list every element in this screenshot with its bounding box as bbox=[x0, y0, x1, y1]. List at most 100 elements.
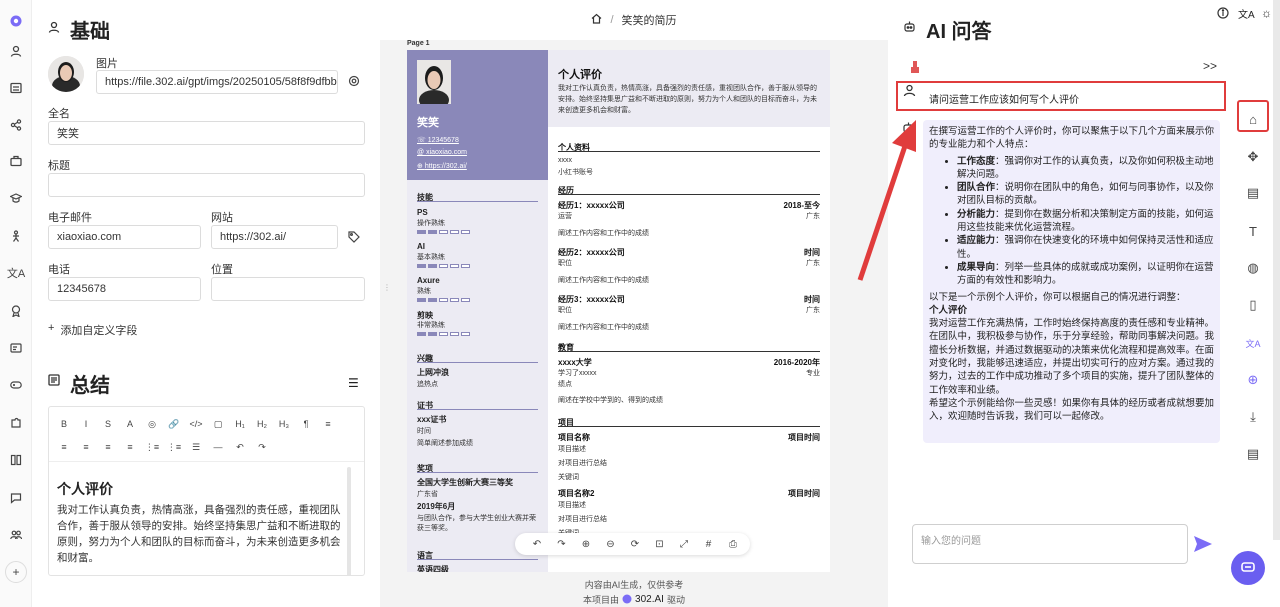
award-icon[interactable] bbox=[5, 300, 27, 322]
skill-level-text: 熟练 bbox=[417, 288, 431, 295]
add-custom-field-button[interactable]: + 添加自定义字段 bbox=[48, 322, 137, 338]
user-icon[interactable] bbox=[5, 40, 27, 62]
resume-sidebar-header: 笑笑 ☏ 12345678 @ xiaoxiao.com ⊕ https://3… bbox=[407, 50, 548, 180]
experience-desc: 阐述工作内容和工作中的成绩 bbox=[558, 230, 649, 237]
sample-outro: 希望这个示例能给你一些灵感！如果你有具体的经历或者成就想要加入，欢迎随时告诉我，… bbox=[929, 397, 1215, 423]
toolbar-button[interactable]: — bbox=[211, 440, 225, 454]
divider bbox=[417, 472, 538, 473]
email-input[interactable]: xiaoxiao.com bbox=[48, 225, 201, 249]
document-icon[interactable]: ▤ bbox=[1240, 441, 1266, 467]
redo-icon[interactable]: ↷ bbox=[554, 536, 570, 552]
toolbar-button[interactable]: ↶ bbox=[233, 440, 247, 454]
toolbar-button[interactable]: ⋮≡ bbox=[145, 440, 159, 454]
book-icon[interactable] bbox=[5, 449, 27, 471]
grid-icon[interactable]: ✥ bbox=[1240, 144, 1266, 170]
translate-icon[interactable]: 文A bbox=[5, 262, 27, 284]
gamepad-icon[interactable] bbox=[5, 374, 27, 396]
briefcase-icon[interactable] bbox=[5, 150, 27, 172]
headline-input[interactable] bbox=[48, 173, 365, 197]
type-icon[interactable]: T bbox=[1240, 218, 1266, 244]
zoom-out-icon[interactable]: ⊖ bbox=[603, 536, 619, 552]
toolbar-button[interactable]: ≡ bbox=[57, 440, 71, 454]
graduation-icon[interactable] bbox=[5, 187, 27, 209]
summary-body[interactable]: 我对工作认真负责，热情高涨，具备强烈的责任感，重视团队合作，善于服从领导的安排。… bbox=[57, 502, 347, 566]
expand-icon[interactable]: ⤢ bbox=[676, 536, 692, 552]
logo-icon[interactable] bbox=[5, 10, 27, 32]
toolbar-button[interactable]: A bbox=[123, 417, 137, 431]
skill-name: Axure bbox=[417, 276, 440, 285]
zoom-in-icon[interactable]: ⊕ bbox=[578, 536, 594, 552]
brand-link[interactable]: 302.AI bbox=[635, 594, 664, 605]
center-icon[interactable]: ⊡ bbox=[652, 536, 668, 552]
aperture-icon[interactable] bbox=[348, 75, 360, 90]
toolbar-button[interactable]: ≡ bbox=[123, 440, 137, 454]
undo-icon[interactable]: ↶ bbox=[529, 536, 545, 552]
question-input[interactable]: 输入您的问题 bbox=[912, 524, 1188, 564]
reset-zoom-icon[interactable]: ⟳ bbox=[627, 536, 643, 552]
menu-icon[interactable]: ☰ bbox=[348, 376, 359, 390]
list-icon[interactable] bbox=[5, 77, 27, 99]
download-icon[interactable]: ⤓ bbox=[1240, 404, 1266, 430]
send-icon[interactable] bbox=[1194, 536, 1212, 555]
toolbar-button[interactable]: ≡ bbox=[79, 440, 93, 454]
phone-input[interactable]: 12345678 bbox=[48, 277, 201, 301]
palette-icon[interactable]: ◍ bbox=[1240, 255, 1266, 281]
collapse-button[interactable]: >> bbox=[1203, 59, 1217, 73]
photo-url-input[interactable]: https://file.302.ai/gpt/imgs/20250105/58… bbox=[96, 70, 338, 94]
share-icon[interactable] bbox=[5, 114, 27, 136]
layout-icon[interactable]: ▤ bbox=[1240, 180, 1266, 206]
name-input[interactable]: 笑笑 bbox=[48, 121, 365, 145]
target-icon[interactable]: ⊕ bbox=[1240, 367, 1266, 393]
summary-heading[interactable]: 个人评价 bbox=[57, 479, 113, 499]
toolbar-button[interactable]: </> bbox=[189, 417, 203, 431]
puzzle-icon[interactable] bbox=[5, 412, 27, 434]
toolbar-button[interactable]: B bbox=[57, 417, 71, 431]
breadcrumb-current[interactable]: 笑笑的简历 bbox=[622, 12, 677, 28]
resize-handle-left[interactable]: ⋮ bbox=[383, 283, 391, 292]
toolbar-button[interactable]: ▢ bbox=[211, 417, 225, 431]
language-icon[interactable]: 文A bbox=[1238, 6, 1255, 21]
toolbar-button[interactable]: ☰ bbox=[189, 440, 203, 454]
avatar[interactable] bbox=[48, 56, 84, 92]
tag-icon[interactable] bbox=[348, 231, 360, 246]
toolbar-button[interactable]: S bbox=[101, 417, 115, 431]
page-scrollbar[interactable] bbox=[1273, 0, 1280, 540]
skill-level-bar bbox=[417, 298, 470, 302]
project-summary: 对项目进行总结 bbox=[558, 460, 607, 467]
info-icon[interactable] bbox=[1217, 7, 1229, 22]
toolbar-button[interactable]: ⋮≡ bbox=[167, 440, 181, 454]
footer-disclaimer: 内容由AI生成，仅供参考 bbox=[584, 580, 684, 590]
answer-point-key: 分析能力 bbox=[957, 208, 996, 220]
toolbar-button[interactable]: H₃ bbox=[277, 417, 291, 431]
plus-icon[interactable]: + bbox=[5, 561, 27, 583]
toolbar-button[interactable]: H₁ bbox=[233, 417, 247, 431]
export-icon[interactable]: ⎙ bbox=[725, 536, 741, 552]
editor-scrollbar[interactable] bbox=[347, 467, 351, 575]
location-input[interactable] bbox=[211, 277, 365, 301]
chat-fab[interactable] bbox=[1231, 551, 1265, 585]
person-icon[interactable] bbox=[5, 225, 27, 247]
divider bbox=[417, 362, 538, 363]
id-card-icon[interactable] bbox=[5, 337, 27, 359]
toolbar-button[interactable]: ≡ bbox=[321, 417, 335, 431]
translate-icon[interactable]: 文A bbox=[1240, 330, 1266, 356]
theme-icon[interactable]: ☼ bbox=[1261, 6, 1272, 20]
award-date: 2019年6月 bbox=[417, 502, 456, 511]
toolbar-button[interactable]: I bbox=[79, 417, 93, 431]
toolbar-button[interactable]: ◎ bbox=[145, 417, 159, 431]
grid-icon[interactable]: # bbox=[701, 536, 717, 552]
website-input[interactable]: https://302.ai/ bbox=[211, 225, 338, 249]
clear-icon[interactable] bbox=[908, 60, 922, 77]
toolbar-button[interactable]: ↷ bbox=[255, 440, 269, 454]
divider bbox=[558, 151, 820, 152]
toolbar-button[interactable]: ≡ bbox=[101, 440, 115, 454]
toolbar-button[interactable]: ¶ bbox=[299, 417, 313, 431]
website-label: 网站 bbox=[211, 212, 233, 224]
team-icon[interactable] bbox=[5, 524, 27, 546]
chat-icon[interactable] bbox=[5, 487, 27, 509]
notebook-icon[interactable]: ▯ bbox=[1240, 292, 1266, 318]
toolbar-button[interactable]: H₂ bbox=[255, 417, 269, 431]
home-icon[interactable] bbox=[591, 13, 602, 27]
toolbar-button[interactable]: 🔗 bbox=[167, 417, 181, 431]
project-keywords: 关键词 bbox=[558, 474, 579, 481]
